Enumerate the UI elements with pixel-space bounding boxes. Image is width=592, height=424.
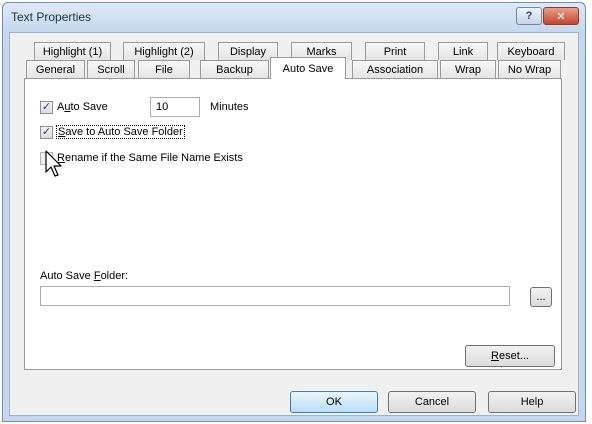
minutes-label: Minutes <box>210 101 249 113</box>
tab-print[interactable]: Print <box>365 42 425 60</box>
tab-link[interactable]: Link <box>438 42 488 60</box>
cancel-button[interactable]: Cancel <box>388 391 476 413</box>
tab-general[interactable]: General <box>26 60 85 78</box>
auto-save-panel <box>24 78 562 370</box>
auto-save-label[interactable]: Auto Save <box>57 101 108 113</box>
tab-keyboard[interactable]: Keyboard <box>497 42 565 60</box>
checkmark-icon: ✓ <box>41 126 52 138</box>
browse-folder-button[interactable]: ... <box>530 287 552 307</box>
save-to-auto-save-folder-label[interactable]: Save to Auto Save Folder <box>56 125 185 139</box>
tab-display[interactable]: Display <box>218 42 278 60</box>
tab-file[interactable]: File <box>138 60 190 78</box>
rename-if-exists-label: Rename if the Same File Name Exists <box>57 152 243 164</box>
auto-save-checkbox[interactable]: ✓ <box>40 101 53 114</box>
tab-auto-save[interactable]: Auto Save <box>270 57 346 79</box>
tab-scroll[interactable]: Scroll <box>87 60 135 78</box>
help-button[interactable]: Help <box>488 391 576 413</box>
tab-highlight-1[interactable]: Highlight (1) <box>34 42 111 60</box>
tab-no-wrap[interactable]: No Wrap <box>498 60 561 78</box>
tab-association[interactable]: Association <box>352 60 438 78</box>
tab-highlight-2[interactable]: Highlight (2) <box>123 42 205 60</box>
dialog-content: Highlight (1) Highlight (2) Display Mark… <box>0 0 592 424</box>
auto-save-minutes-input[interactable]: 10 <box>150 97 200 117</box>
tab-wrap[interactable]: Wrap <box>440 60 496 78</box>
auto-save-folder-label: Auto Save Folder: <box>40 270 129 282</box>
reset-button[interactable]: Reset... <box>465 345 555 367</box>
save-to-auto-save-folder-checkbox[interactable]: ✓ <box>40 126 53 139</box>
tab-backup[interactable]: Backup <box>200 60 269 78</box>
ok-button[interactable]: OK <box>290 391 378 413</box>
mouse-pointer-icon <box>45 150 62 177</box>
auto-save-folder-input[interactable] <box>40 286 510 306</box>
checkmark-icon: ✓ <box>41 101 52 113</box>
